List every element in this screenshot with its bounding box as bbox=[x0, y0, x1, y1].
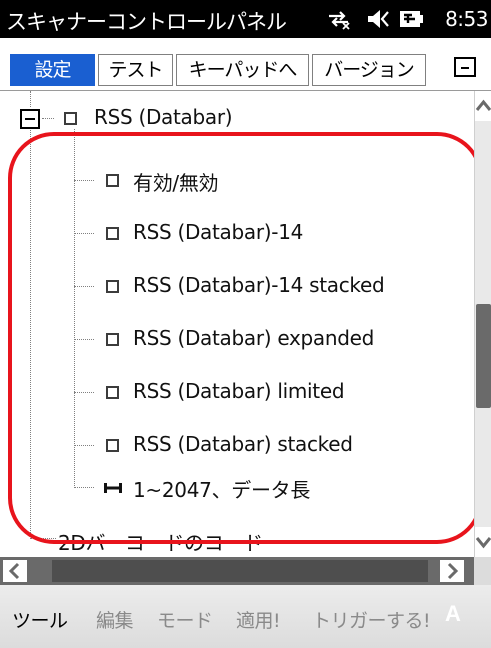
checkbox[interactable] bbox=[106, 227, 119, 240]
menu-bar: ツール 編集 モード 適用! トリガーする! A bbox=[0, 585, 491, 648]
app-title: スキャナーコントロールパネル bbox=[6, 10, 287, 34]
tree-item-rss-expanded[interactable]: RSS (Databar) expanded bbox=[0, 320, 460, 360]
tree-item-data-length[interactable]: 1~2047、データ長 bbox=[0, 468, 460, 508]
tree-item-label: RSS (Databar)-14 stacked bbox=[133, 273, 385, 297]
tree-item-rss-14[interactable]: RSS (Databar)-14 bbox=[0, 214, 460, 254]
tree-item-label: RSS (Databar) limited bbox=[133, 379, 345, 403]
tab-to-keypad[interactable]: キーパッドへ bbox=[176, 54, 309, 86]
clock[interactable]: 8:53 bbox=[445, 7, 488, 31]
tree-item-rss-limited[interactable]: RSS (Databar) limited bbox=[0, 373, 460, 413]
horizontal-scrollbar[interactable] bbox=[0, 557, 474, 585]
speaker-icon[interactable] bbox=[365, 7, 391, 31]
scroll-right-button[interactable] bbox=[440, 560, 464, 582]
scroll-thumb[interactable] bbox=[52, 560, 428, 582]
tree-item-label: 有効/無効 bbox=[133, 171, 219, 195]
tab-test[interactable]: テスト bbox=[98, 54, 173, 86]
menu-apply[interactable]: 適用! bbox=[236, 606, 281, 633]
scroll-up-button[interactable] bbox=[475, 91, 491, 121]
menu-tools[interactable]: ツール bbox=[12, 606, 68, 633]
connectivity-icon[interactable] bbox=[326, 7, 352, 31]
battery-charging-icon[interactable] bbox=[398, 7, 424, 31]
chevron-up-icon bbox=[475, 99, 491, 111]
chevron-down-icon bbox=[475, 537, 491, 549]
menu-edit[interactable]: 編集 bbox=[96, 606, 134, 633]
collapse-toggle[interactable] bbox=[20, 109, 40, 129]
status-bar: スキャナーコントロールパネル 8:53 bbox=[0, 0, 491, 38]
input-mode-indicator[interactable]: A bbox=[445, 601, 461, 627]
scrollbar-corner bbox=[474, 557, 491, 585]
range-icon bbox=[104, 483, 122, 493]
tree-node-label: RSS (Databar) bbox=[94, 105, 233, 129]
menu-mode[interactable]: モード bbox=[157, 606, 213, 633]
settings-tree: RSS (Databar) 有効/無効 RSS (Databar)-14 RSS… bbox=[0, 91, 474, 557]
tree-node-label: 2Dバーコードのコード bbox=[58, 531, 263, 555]
chevron-left-icon bbox=[8, 562, 20, 580]
vertical-scrollbar[interactable] bbox=[474, 91, 491, 557]
checkbox[interactable] bbox=[106, 174, 119, 187]
scroll-down-button[interactable] bbox=[475, 527, 491, 557]
scroll-thumb[interactable] bbox=[476, 304, 491, 408]
tree-node-2d-barcode[interactable]: 2Dバーコードのコード bbox=[0, 521, 460, 557]
tree-item-label: RSS (Databar) stacked bbox=[133, 432, 353, 456]
tab-version[interactable]: バージョン bbox=[312, 54, 426, 86]
checkbox[interactable] bbox=[106, 439, 119, 452]
scroll-left-button[interactable] bbox=[3, 560, 27, 582]
tab-settings[interactable]: 設定 bbox=[10, 54, 95, 86]
tree-item-enable-disable[interactable]: 有効/無効 bbox=[0, 161, 460, 201]
menu-trigger[interactable]: トリガーする! bbox=[312, 606, 431, 633]
minimize-button[interactable] bbox=[454, 57, 476, 77]
tree-item-label: RSS (Databar) expanded bbox=[133, 326, 375, 350]
checkbox[interactable] bbox=[106, 280, 119, 293]
checkbox[interactable] bbox=[106, 386, 119, 399]
checkbox[interactable] bbox=[106, 333, 119, 346]
tree-item-label: RSS (Databar)-14 bbox=[133, 220, 304, 244]
tree-item-label: 1~2047、データ長 bbox=[133, 478, 311, 502]
tree-item-rss-14-stacked[interactable]: RSS (Databar)-14 stacked bbox=[0, 267, 460, 307]
tree-node-rss-databar[interactable]: RSS (Databar) bbox=[0, 99, 460, 139]
tab-bar: 設定 テスト キーパッドへ バージョン bbox=[0, 38, 491, 91]
tree-item-rss-stacked[interactable]: RSS (Databar) stacked bbox=[0, 426, 460, 466]
checkbox[interactable] bbox=[64, 112, 77, 125]
chevron-right-icon bbox=[447, 562, 459, 580]
